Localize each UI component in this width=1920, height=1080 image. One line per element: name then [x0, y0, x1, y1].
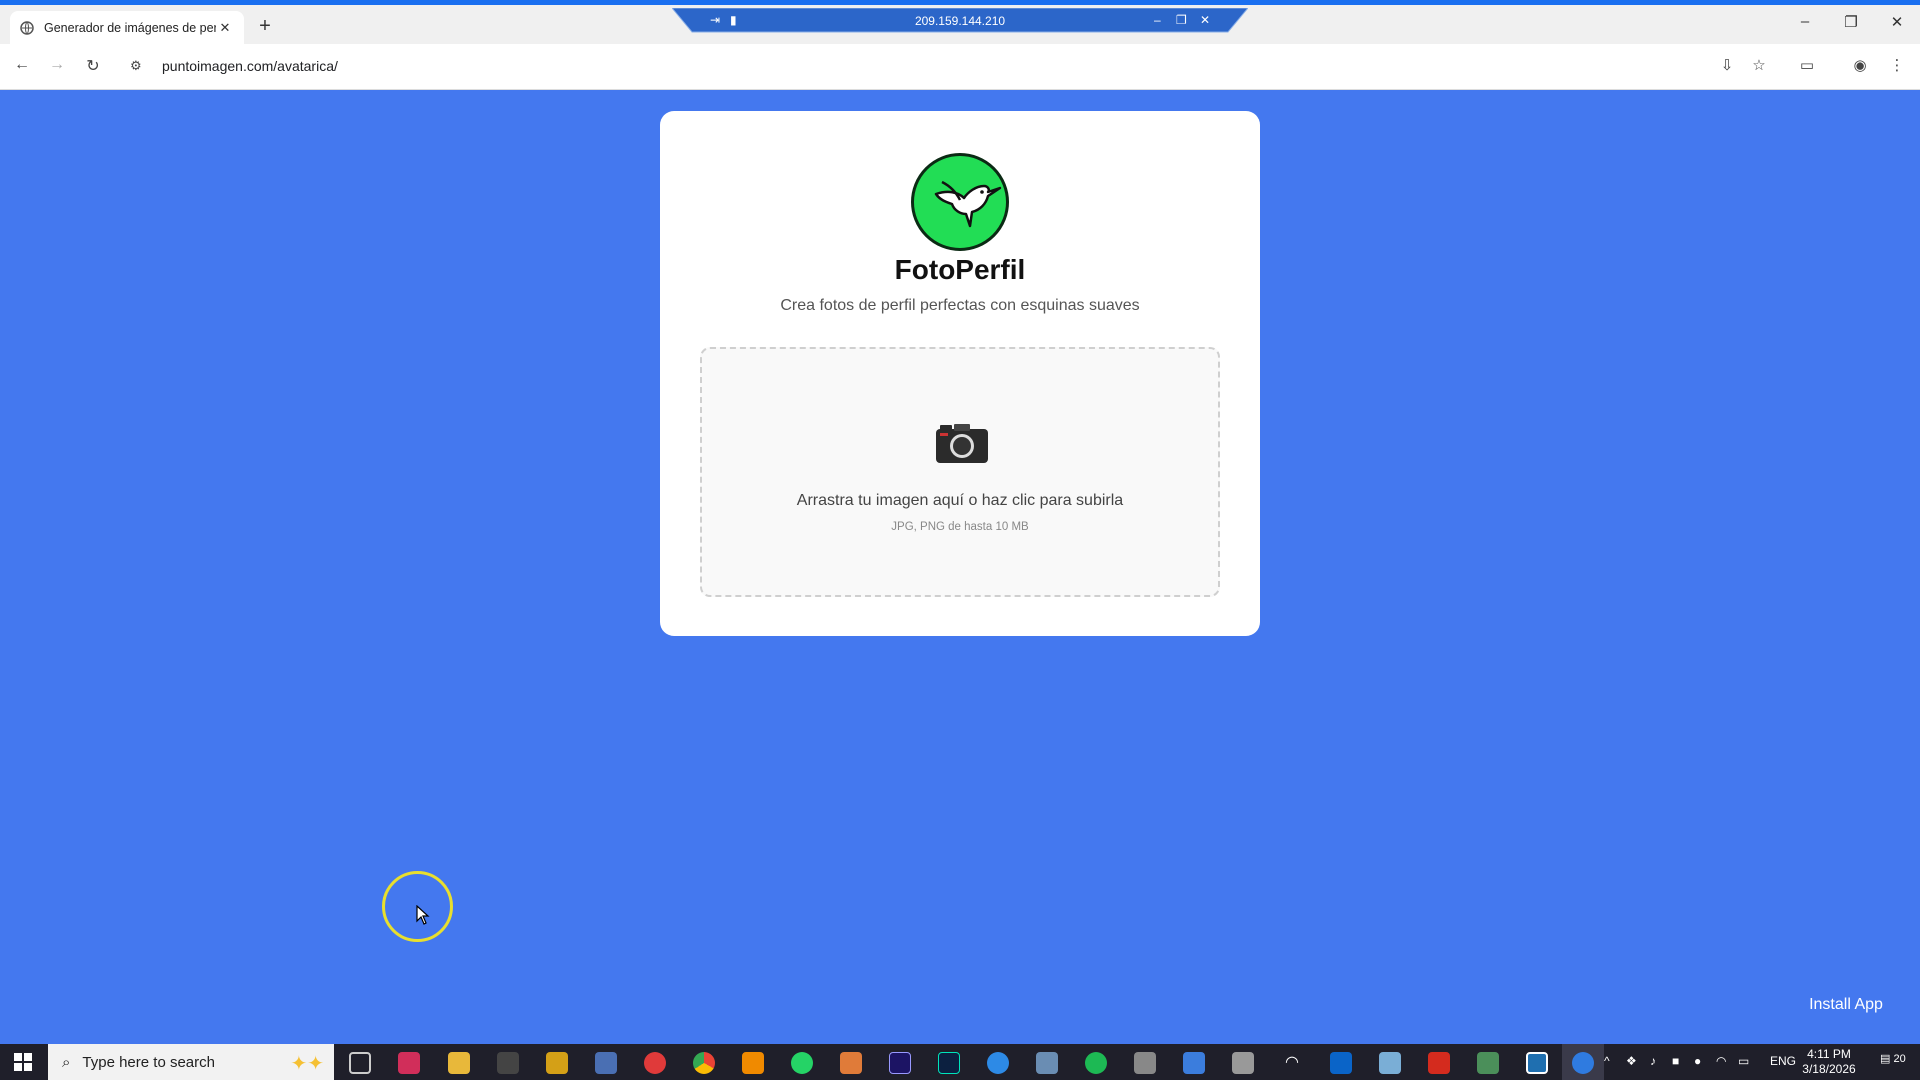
- tab-close-icon[interactable]: ✕: [216, 20, 234, 36]
- app-icon-24[interactable]: [1526, 1052, 1548, 1074]
- active-app-icon[interactable]: [1572, 1052, 1594, 1074]
- profile-icon[interactable]: ◉: [1849, 56, 1871, 78]
- app-subtitle: Crea fotos de perfil perfectas con esqui…: [780, 297, 1140, 314]
- side-panel-icon[interactable]: ▭: [1796, 56, 1818, 78]
- windows-taskbar: ⌕ Type here to search ✦✦ ◠ ^ ❖ ♪ ■ ● ◠ ▭…: [0, 1044, 1920, 1080]
- reload-icon[interactable]: ↻: [81, 56, 105, 78]
- dropzone-file-hint: JPG, PNG de hasta 10 MB: [891, 521, 1029, 533]
- app-icon-17[interactable]: [1183, 1052, 1205, 1074]
- browser-tabstrip: Generador de imágenes de per ✕ + ⇥ ▮ 209…: [0, 0, 1920, 45]
- install-icon[interactable]: ⇩: [1716, 56, 1738, 78]
- address-bar[interactable]: ⚙ puntoimagen.com/avatarica/: [124, 49, 1664, 83]
- acrobat-icon[interactable]: [1428, 1052, 1450, 1074]
- chrome-tray-icon[interactable]: ●: [1694, 1054, 1701, 1068]
- wifi-icon[interactable]: ◠: [1716, 1054, 1726, 1068]
- tray-app-icon[interactable]: ■: [1672, 1054, 1679, 1068]
- audition-icon[interactable]: [938, 1052, 960, 1074]
- taskbar-search-placeholder: Type here to search: [82, 1053, 215, 1071]
- taskbar-search-box[interactable]: ⌕ Type here to search ✦✦: [48, 1044, 334, 1080]
- globe-icon: [20, 21, 34, 35]
- rdp-restore-icon[interactable]: ❐: [1176, 13, 1187, 27]
- clock-time: 4:11 PM: [1807, 1047, 1851, 1061]
- search-icon: ⌕: [62, 1053, 71, 1071]
- install-app-button[interactable]: Install App: [1795, 985, 1897, 1025]
- tray-overflow-icon[interactable]: ^: [1604, 1054, 1610, 1068]
- bookmark-star-icon[interactable]: ☆: [1748, 56, 1770, 78]
- dropbox-icon[interactable]: ❖: [1626, 1054, 1637, 1068]
- sparkle-icon: ✦✦: [290, 1053, 324, 1075]
- task-view-icon[interactable]: [349, 1052, 371, 1074]
- app-icon-14[interactable]: [1036, 1052, 1058, 1074]
- app-icon-13[interactable]: [987, 1052, 1009, 1074]
- browser-toolbar: ← → ↻ ⚙ puntoimagen.com/avatarica/ ⇩ ☆ ▭…: [0, 44, 1920, 90]
- app-icon-18[interactable]: [1232, 1052, 1254, 1074]
- file-explorer-icon[interactable]: [448, 1052, 470, 1074]
- whatsapp-icon[interactable]: [791, 1052, 813, 1074]
- remote-ip: 209.159.144.210: [914, 14, 1006, 28]
- app-icon-6[interactable]: [644, 1052, 666, 1074]
- notification-count: 20: [1893, 1053, 1906, 1065]
- system-clock[interactable]: 4:11 PM 3/18/2026: [1794, 1047, 1864, 1077]
- menu-kebab-icon[interactable]: ⋮: [1886, 56, 1908, 78]
- key-icon[interactable]: [546, 1052, 568, 1074]
- outlook-icon[interactable]: [1330, 1052, 1352, 1074]
- site-settings-icon[interactable]: ⚙: [130, 58, 150, 74]
- window-restore-icon[interactable]: ❐: [1836, 13, 1866, 31]
- window-close-icon[interactable]: ✕: [1882, 13, 1912, 31]
- windows-start-icon[interactable]: [0, 1044, 46, 1080]
- window-minimize-icon[interactable]: –: [1790, 13, 1820, 30]
- hummingbird-logo-icon: [911, 153, 1009, 251]
- mouse-pointer-icon: [416, 904, 430, 930]
- app-icon-1[interactable]: [398, 1052, 420, 1074]
- new-tab-button[interactable]: +: [254, 15, 276, 37]
- dropzone-instructions: Arrastra tu imagen aquí o haz clic para …: [796, 492, 1124, 509]
- premiere-icon[interactable]: [889, 1052, 911, 1074]
- url-text[interactable]: puntoimagen.com/avatarica/: [162, 58, 338, 74]
- vlc-icon[interactable]: [742, 1052, 764, 1074]
- app-icon-5[interactable]: [595, 1052, 617, 1074]
- forward-arrow-icon[interactable]: →: [45, 56, 69, 78]
- wifi-app-icon[interactable]: ◠: [1281, 1052, 1303, 1074]
- browser-tab[interactable]: Generador de imágenes de per ✕: [10, 11, 244, 45]
- clock-date: 3/18/2026: [1802, 1062, 1856, 1076]
- app-icon-23[interactable]: [1477, 1052, 1499, 1074]
- app-icon-21[interactable]: [1379, 1052, 1401, 1074]
- spotify-icon[interactable]: [1085, 1052, 1107, 1074]
- tab-title: Generador de imágenes de per: [44, 21, 216, 35]
- app-title: FotoPerfil: [894, 254, 1026, 285]
- image-dropzone[interactable]: Arrastra tu imagen aquí o haz clic para …: [700, 347, 1220, 597]
- remote-desktop-bar: ⇥ ▮ 209.159.144.210 – ❐ ✕: [672, 8, 1248, 35]
- volume-icon[interactable]: ♪: [1650, 1054, 1656, 1068]
- notifications-icon[interactable]: ▤ 20: [1880, 1052, 1906, 1065]
- rdp-minimize-icon[interactable]: –: [1154, 13, 1161, 27]
- battery-icon[interactable]: ▭: [1738, 1054, 1749, 1068]
- chrome-icon[interactable]: [693, 1052, 715, 1074]
- app-icon-16[interactable]: [1134, 1052, 1156, 1074]
- back-arrow-icon[interactable]: ←: [10, 56, 34, 78]
- upload-card: FotoPerfil Crea fotos de perfil perfecta…: [660, 111, 1260, 636]
- rdp-close-icon[interactable]: ✕: [1200, 13, 1210, 27]
- app-icon-3[interactable]: [497, 1052, 519, 1074]
- app-icon-10[interactable]: [840, 1052, 862, 1074]
- language-indicator[interactable]: ENG: [1770, 1054, 1796, 1068]
- camera-icon: [934, 421, 990, 465]
